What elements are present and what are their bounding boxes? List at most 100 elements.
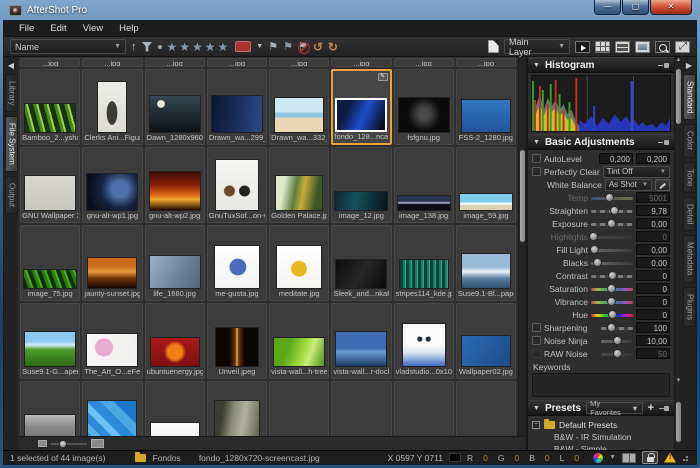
exposure-slider-thumb[interactable] xyxy=(607,219,616,228)
thumbnail-cell[interactable]: ...jpg xyxy=(269,58,329,67)
thumbnail-image[interactable] xyxy=(214,400,260,436)
thumbnail-image[interactable] xyxy=(87,257,137,289)
thumbnail-cell[interactable]: Wallpaper02.jpg xyxy=(456,303,516,379)
tab-color[interactable]: Color xyxy=(683,124,696,157)
raw-noise-value[interactable]: 50 xyxy=(636,348,670,359)
thumbnail-image[interactable] xyxy=(24,331,76,367)
thumbnail-image[interactable] xyxy=(87,400,137,436)
tab-standard[interactable]: Standard xyxy=(683,74,696,120)
tab-plugins[interactable]: Plugins xyxy=(683,287,696,327)
preset-item[interactable]: B&W - IR Simulation xyxy=(532,431,670,443)
thumbnail-image[interactable] xyxy=(398,97,450,133)
straighten-slider[interactable] xyxy=(591,205,633,216)
thumbnail-cell[interactable]: ...jpg xyxy=(145,58,205,67)
thumbnail-image[interactable] xyxy=(399,259,449,289)
grid-view-icon[interactable] xyxy=(595,41,610,53)
grid-scrollbar-thumb[interactable] xyxy=(520,150,525,242)
thumbnail-cell[interactable]: ...jpg xyxy=(331,58,391,67)
sort-ascending-icon[interactable]: ↑ xyxy=(131,40,137,54)
exposure-slider[interactable] xyxy=(591,218,633,229)
thumbnail-image[interactable] xyxy=(461,99,511,133)
thumbnail-image[interactable] xyxy=(334,191,388,211)
straighten-slider-thumb[interactable] xyxy=(610,206,619,215)
thumbnail-image[interactable] xyxy=(276,245,322,289)
thumbnail-cell[interactable]: vista-wall...r-dock.jpg xyxy=(331,303,391,379)
thumbnail-image[interactable] xyxy=(150,337,200,367)
contrast-value[interactable]: 0 xyxy=(636,270,670,281)
raw-noise-slider-thumb[interactable] xyxy=(613,349,622,358)
chevron-down-icon[interactable]: ▼ xyxy=(609,454,616,461)
thumbnail-cell[interactable]: ...jpg xyxy=(456,58,516,67)
histogram-header[interactable]: ▼ Histogram xyxy=(528,57,674,73)
thumbnail-cell[interactable] xyxy=(20,381,80,436)
thumbnail-image[interactable] xyxy=(149,255,201,289)
thumbnail-cell[interactable]: The_Art_O...eFear.jpg xyxy=(82,303,142,379)
slideshow-icon[interactable] xyxy=(575,41,590,53)
thumbnail-cell[interactable]: ...jpg xyxy=(394,58,454,67)
zoom-view-icon[interactable] xyxy=(655,41,670,53)
thumbnail-image[interactable] xyxy=(150,422,200,436)
flag-rejected-icon[interactable]: ⚑ xyxy=(298,40,308,53)
autolevel-checkbox[interactable] xyxy=(532,154,541,163)
keywords-input[interactable] xyxy=(532,373,670,397)
thumbnail-cell[interactable]: jaunty-sunset.jpg xyxy=(82,225,142,301)
contrast-slider-thumb[interactable] xyxy=(608,271,617,280)
rotate-cw-icon[interactable]: ↻ xyxy=(328,40,338,54)
filter-icon[interactable] xyxy=(142,42,153,52)
thumbnail-image[interactable] xyxy=(397,195,451,211)
fill-light-slider[interactable] xyxy=(591,244,633,255)
thumbnail-cell[interactable]: ubuntuenergy.jpg xyxy=(145,303,205,379)
thumbnail-cell[interactable]: ...jpg xyxy=(207,58,267,67)
sharpening-value[interactable]: 100 xyxy=(636,322,670,333)
flag-picked-icon[interactable]: ⚑ xyxy=(283,40,293,53)
temp-value[interactable]: 5001 xyxy=(636,192,670,203)
thumbnail-cell[interactable]: stripes114_kde.jpg xyxy=(394,225,454,301)
thumbnail-cell[interactable] xyxy=(456,381,516,436)
raw-noise-checkbox[interactable] xyxy=(532,349,541,358)
tab-output[interactable]: Output xyxy=(5,176,18,214)
highlights-slider[interactable] xyxy=(591,231,633,242)
thumbnail-cell[interactable]: fsfgnu.jpg xyxy=(394,69,454,145)
white-balance-select[interactable]: As Shot▼ xyxy=(605,179,652,191)
grid-scrollbar[interactable] xyxy=(518,57,526,436)
collapse-folder-icon[interactable]: − xyxy=(532,421,540,429)
presets-scrollbar-thumb[interactable] xyxy=(676,402,681,442)
thumbnail-image[interactable] xyxy=(86,333,138,367)
fill-light-slider-thumb[interactable] xyxy=(590,245,599,254)
menu-edit[interactable]: Edit xyxy=(43,22,73,35)
autolevel-value[interactable]: 0,200 xyxy=(599,153,633,164)
thumbnail-cell[interactable]: image_59.jpg xyxy=(456,147,516,223)
minimize-button[interactable]: — xyxy=(594,0,621,15)
fill-light-value[interactable]: 0,00 xyxy=(636,244,670,255)
highlights-value[interactable]: 0 xyxy=(636,231,670,242)
thumbnail-image[interactable] xyxy=(86,173,138,211)
filmstrip-view-icon[interactable] xyxy=(615,41,630,53)
tab-library[interactable]: Library xyxy=(5,74,18,112)
perfectly-clear-select[interactable]: Tint Off▼ xyxy=(603,166,670,178)
thumbnail-cell[interactable]: Suse9.1-G...apers.jpg xyxy=(20,303,80,379)
thumbnail-cell[interactable]: Drawn_wa...332_.jpg xyxy=(269,69,329,145)
collapse-triangle-icon[interactable]: ▼ xyxy=(533,62,540,69)
thumbnail-cell[interactable] xyxy=(82,381,142,436)
basic-adjustments-header[interactable]: ▼ Basic Adjustments xyxy=(528,134,674,150)
preset-folder-row[interactable]: −Default Presets xyxy=(532,419,670,431)
tab-metadata[interactable]: Metadata xyxy=(683,235,696,282)
large-thumbnail-icon[interactable] xyxy=(91,439,104,448)
presets-favorites-select[interactable]: My Favorites▼ xyxy=(586,402,643,414)
panel-scrollbar-thumb[interactable] xyxy=(676,69,681,124)
thumbnail-image[interactable] xyxy=(461,253,511,289)
lock-toggle[interactable] xyxy=(642,451,658,464)
panel-scrollbar[interactable]: ▲ ▼ xyxy=(674,57,682,450)
thumbnail-image[interactable] xyxy=(24,103,76,133)
straighten-value[interactable]: 9,78 xyxy=(636,205,670,216)
saturation-slider[interactable] xyxy=(591,283,633,294)
thumbnail-cell[interactable]: Bamboo_2...ysha.jpg xyxy=(20,69,80,145)
thumbnail-cell[interactable] xyxy=(145,381,205,436)
thumbnail-image[interactable] xyxy=(211,95,263,133)
thumbnail-cell[interactable]: Unveil.jpeg xyxy=(207,303,267,379)
tab-detail[interactable]: Detail xyxy=(683,197,696,231)
thumbnail-cell[interactable]: vladstudio...0x1024.jpg xyxy=(394,303,454,379)
color-label-swatch[interactable] xyxy=(235,41,251,52)
thumbnail-cell[interactable]: gnu-alt-wp2.jpg xyxy=(145,147,205,223)
thumbnail-image[interactable] xyxy=(149,95,201,133)
